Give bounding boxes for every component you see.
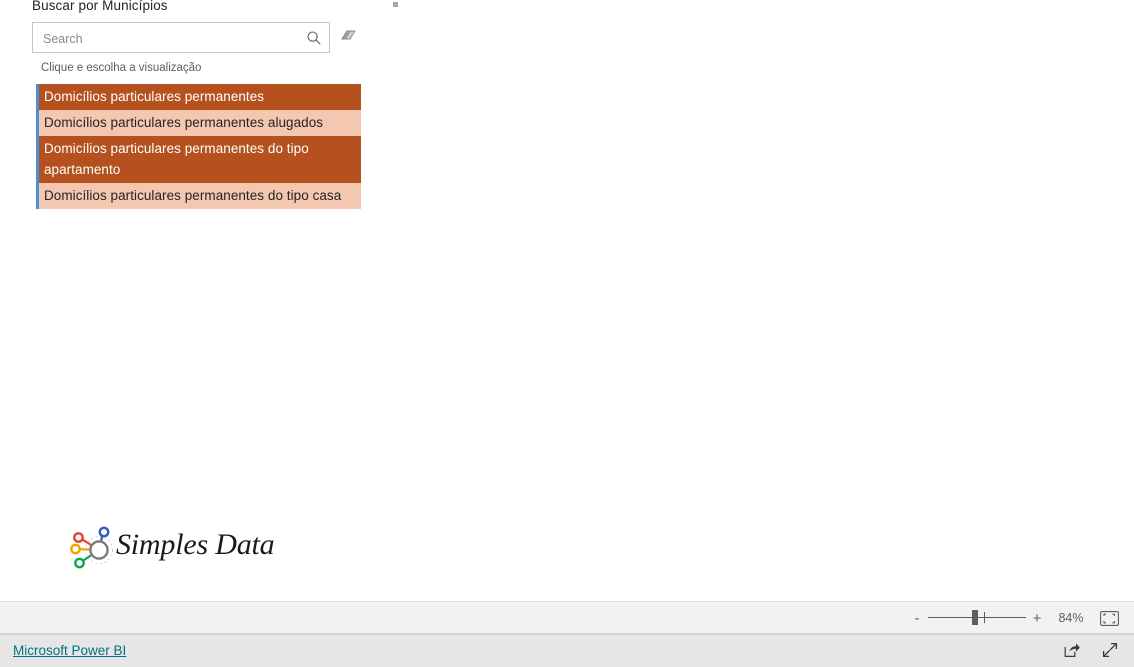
zoom-controls: - + 84% [906, 602, 1124, 634]
fullscreen-icon[interactable] [1099, 639, 1121, 661]
zoom-slider[interactable] [928, 606, 1026, 630]
slicer-hint-label: Clique e escolha a visualização [41, 62, 202, 74]
zoom-slider-thumb[interactable] [972, 610, 978, 625]
report-canvas: Buscar por Municípios Clique e escolha a… [0, 0, 1134, 601]
search-box[interactable] [32, 22, 330, 54]
status-bar: - + 84% [0, 601, 1134, 634]
slicer-item[interactable]: Domicílios particulares permanentes do t… [39, 183, 361, 209]
search-icon[interactable] [306, 30, 322, 46]
slicer-title: Buscar por Municípios [32, 0, 168, 13]
search-input[interactable] [41, 23, 310, 54]
share-icon[interactable] [1061, 639, 1083, 661]
simples-data-logo: Simples Data [68, 520, 275, 576]
fit-to-page-icon[interactable] [1094, 606, 1124, 630]
logo-wordmark: Simples Data [116, 528, 275, 561]
microsoft-power-bi-link[interactable]: Microsoft Power BI [13, 643, 126, 658]
zoom-out-button[interactable]: - [906, 606, 928, 630]
slicer-item[interactable]: Domicílios particulares permanentes do t… [39, 136, 361, 183]
footer-actions [1061, 639, 1121, 661]
slicer-search-row [32, 22, 358, 54]
zoom-in-button[interactable]: + [1026, 606, 1048, 630]
zoom-slider-tick [984, 612, 985, 623]
slicer-item[interactable]: Domicílios particulares permanentes [39, 84, 361, 110]
footer-bar: Microsoft Power BI [0, 634, 1134, 667]
canvas-marker-dot [393, 2, 398, 7]
zoom-level-label: 84% [1058, 611, 1084, 625]
network-nodes-icon [68, 522, 120, 574]
eraser-icon[interactable] [338, 26, 358, 44]
slicer-item[interactable]: Domicílios particulares permanentes alug… [39, 110, 361, 136]
slicer-item-list[interactable]: Domicílios particulares permanentes Domi… [36, 84, 361, 209]
